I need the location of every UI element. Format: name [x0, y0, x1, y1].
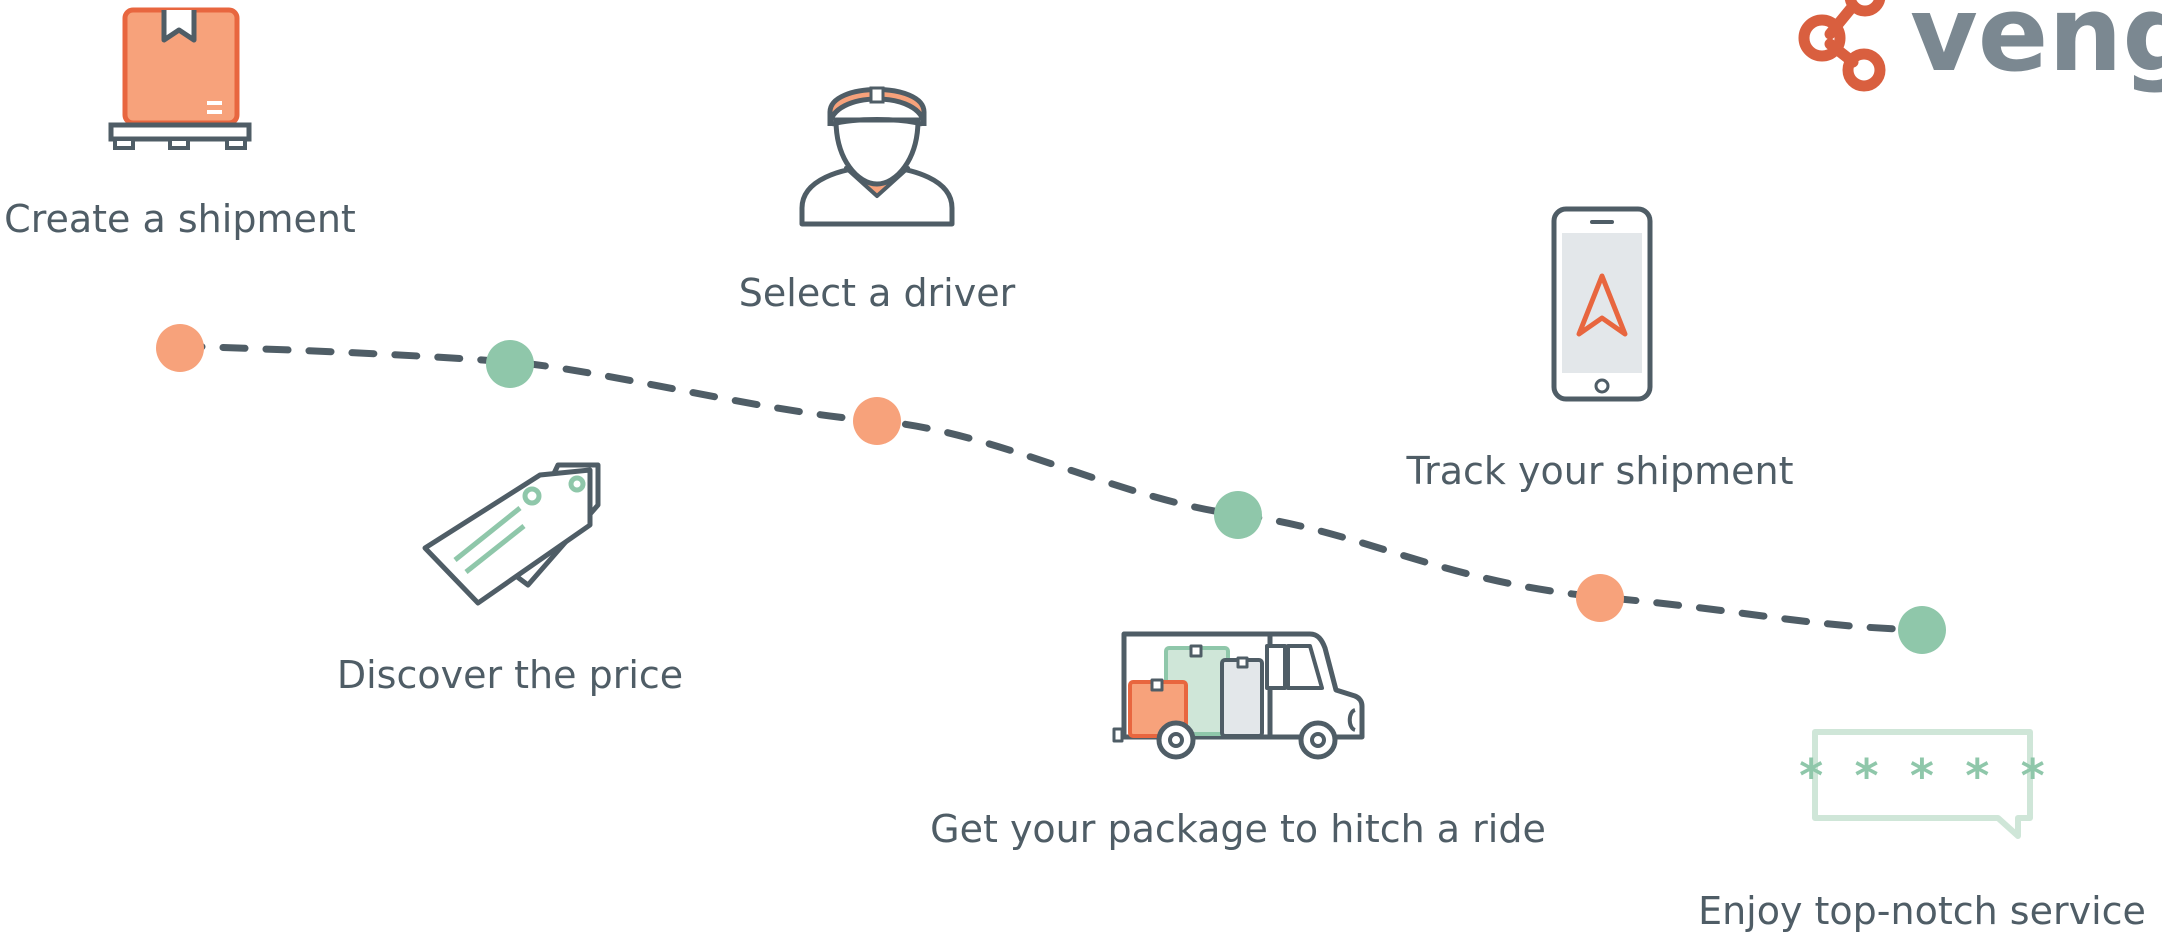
route-dot-5 [1576, 574, 1624, 622]
route-dot-4 [1214, 491, 1262, 539]
delivery-van-icon [1112, 631, 1365, 760]
smartphone-navigation-icon [1551, 206, 1653, 402]
route-dot-2 [486, 340, 534, 388]
route-dot-6 [1898, 606, 1946, 654]
route-dot-3 [853, 397, 901, 445]
rating-bubble-icon: * * * * * [1797, 729, 2047, 839]
process-diagram: vengo Create a shipment Discover the pri… [0, 0, 2162, 934]
step-label-select-driver: Select a driver [739, 271, 1016, 315]
process-diagram-canvas: vengo Create a shipment Discover the pri… [4, 0, 2162, 933]
step-label-discover-price: Discover the price [337, 653, 683, 697]
route-dot-1 [156, 324, 204, 372]
vengo-logo: vengo [1798, 0, 2162, 95]
price-tags-icon [422, 462, 601, 606]
step-label-hitch-a-ride: Get your package to hitch a ride [930, 807, 1546, 851]
step-label-create-shipment: Create a shipment [4, 197, 356, 241]
step-label-track-shipment: Track your shipment [1406, 449, 1794, 493]
package-on-pallet-icon [108, 7, 252, 150]
vengo-logo-mark-icon [1798, 0, 1886, 92]
rating-stars: * * * * * [1797, 749, 2046, 803]
step-label-top-notch-service: Enjoy top-notch service [1698, 889, 2146, 933]
driver-icon [799, 86, 955, 227]
vengo-logo-text: vengo [1910, 0, 2162, 95]
